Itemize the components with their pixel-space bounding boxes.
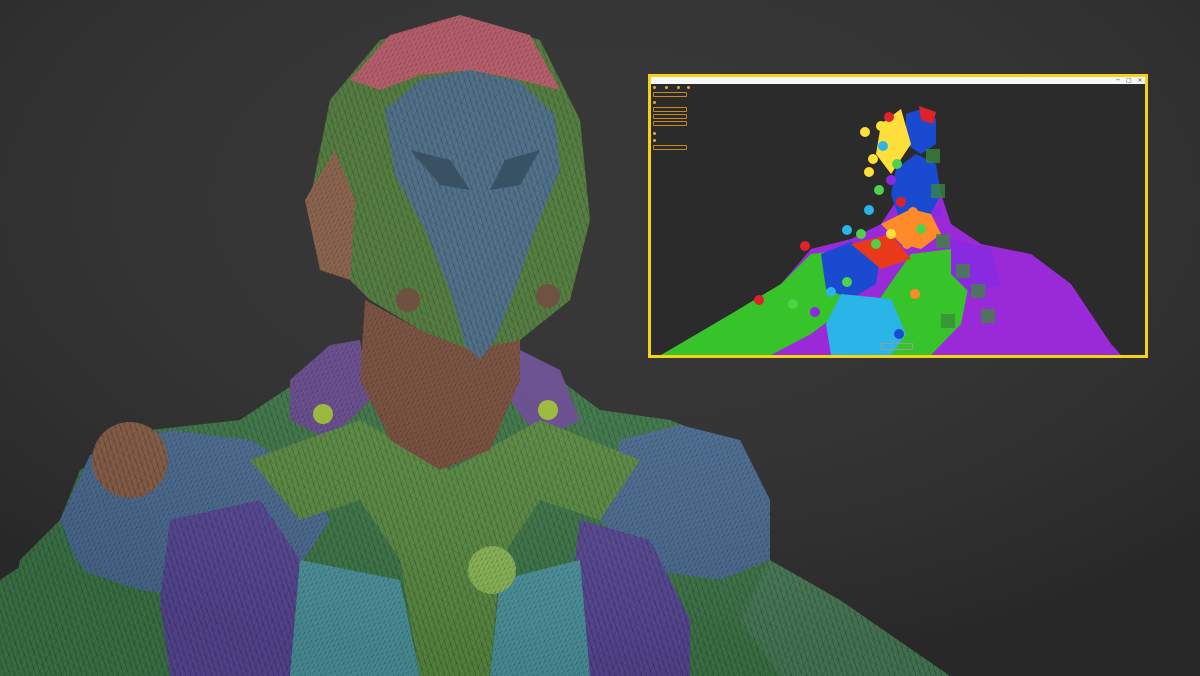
inset-titlebar[interactable]: ─ □ ✕	[651, 77, 1145, 84]
inset-mesh-render	[661, 106, 1121, 355]
panel-button-2[interactable]	[653, 107, 687, 112]
panel-radio-3[interactable]	[653, 138, 657, 143]
maximize-icon[interactable]: □	[1124, 77, 1134, 84]
panel-icons-row[interactable]	[653, 85, 691, 90]
panel-button-4[interactable]	[653, 121, 687, 126]
panel-radio-1[interactable]	[653, 100, 657, 105]
inset-footer-button[interactable]	[881, 343, 913, 350]
minimize-icon[interactable]: ─	[1113, 77, 1123, 84]
inset-tool-panel	[653, 85, 691, 161]
close-icon[interactable]: ✕	[1135, 77, 1145, 84]
panel-radio-2[interactable]	[653, 131, 657, 136]
panel-button-3[interactable]	[653, 114, 687, 119]
panel-button-1[interactable]	[653, 92, 687, 97]
inset-viewport[interactable]	[651, 84, 1145, 355]
reference-inset-window[interactable]: ─ □ ✕	[648, 74, 1148, 358]
panel-button-5[interactable]	[653, 145, 687, 150]
